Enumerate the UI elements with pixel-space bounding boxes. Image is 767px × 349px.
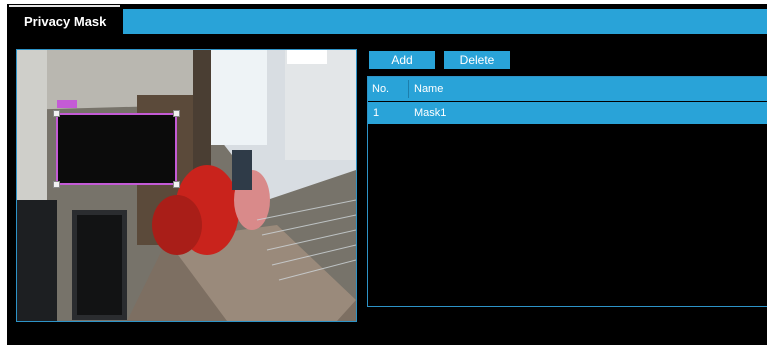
row-no: 1 (373, 107, 380, 119)
row-name: Mask1 (414, 107, 447, 119)
tab-privacy-mask[interactable]: Privacy Mask (9, 5, 120, 36)
column-header-name: Name (414, 83, 444, 95)
table-row[interactable]: 1 Mask1 (368, 102, 767, 124)
add-button[interactable]: Add (369, 51, 435, 69)
tab-label: Privacy Mask (24, 14, 107, 29)
column-header-no: No. (372, 83, 390, 95)
camera-scene (17, 50, 356, 321)
mask-resize-handle-top-right[interactable] (173, 110, 180, 117)
video-preview[interactable] (16, 49, 357, 322)
column-divider (408, 80, 409, 98)
tab-strip (123, 9, 767, 34)
privacy-mask-region[interactable] (56, 113, 177, 185)
table-header: No. Name (368, 77, 767, 101)
mask-resize-handle-top-left[interactable] (53, 110, 60, 117)
delete-button[interactable]: Delete (444, 51, 510, 69)
mask-resize-handle-bottom-right[interactable] (173, 181, 180, 188)
mask-table: No. Name 1 Mask1 (367, 76, 767, 307)
mask-resize-handle-bottom-left[interactable] (53, 181, 60, 188)
